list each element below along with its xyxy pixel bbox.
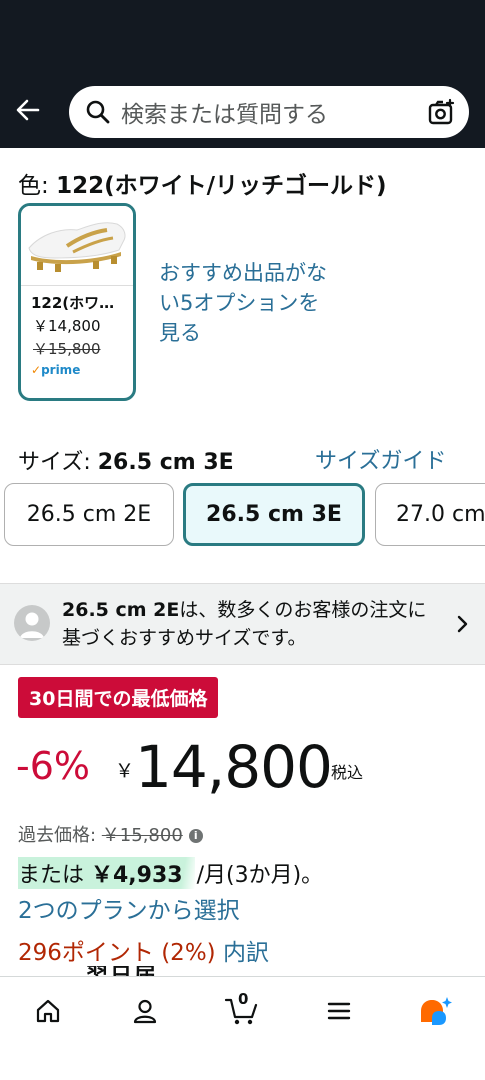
points-line: 296ポイント (2%) 内訳 bbox=[18, 933, 269, 967]
home-icon bbox=[36, 999, 60, 1023]
price-amount: 14,800 bbox=[135, 733, 333, 801]
nav-menu[interactable] bbox=[319, 991, 359, 1031]
list-price: 過去価格: ￥15,800 i bbox=[18, 821, 203, 847]
size-guide-link[interactable]: サイズガイド bbox=[315, 443, 446, 475]
color-swatch-selected[interactable]: 122(ホワ… ￥14,800 ￥15,800 ✓prime bbox=[18, 203, 136, 401]
see-more-options-link[interactable]: おすすめ出品がない5オプションを見る bbox=[159, 258, 339, 348]
info-icon[interactable]: i bbox=[188, 829, 203, 843]
camera-search-icon[interactable] bbox=[427, 97, 457, 127]
prime-badge: ✓prime bbox=[21, 359, 133, 377]
swatch-label: 122(ホワ… bbox=[31, 294, 115, 312]
size-recommendation-bar[interactable]: 26.5 cm 2Eは、数多くのお客様の注文に基づくおすすめサイズです。 bbox=[0, 583, 485, 665]
search-icon bbox=[86, 100, 110, 124]
prime-check-icon: ✓ bbox=[31, 363, 42, 377]
ai-assistant-icon bbox=[421, 997, 452, 1025]
points-value: 296ポイント (2%) bbox=[18, 940, 216, 966]
nav-cart[interactable]: 0 bbox=[222, 990, 262, 1031]
swatch-old-price: ￥15,800 bbox=[33, 340, 101, 358]
size-option-26-5-2e[interactable]: 26.5 cm 2E bbox=[4, 483, 174, 546]
discount-percent: -6% bbox=[16, 744, 90, 788]
size-prefix: サイズ: bbox=[18, 450, 98, 475]
chevron-right-icon bbox=[457, 615, 468, 633]
points-breakdown-link[interactable]: 内訳 bbox=[223, 940, 269, 966]
installment-prefix: または bbox=[18, 863, 91, 888]
user-avatar-icon bbox=[14, 605, 50, 641]
size-option-27-0[interactable]: 27.0 cm bbox=[375, 483, 485, 546]
swatch-price: ￥14,800 bbox=[33, 317, 101, 335]
back-button[interactable] bbox=[10, 92, 46, 128]
account-icon bbox=[133, 999, 157, 1024]
color-prefix: 色: bbox=[18, 173, 57, 199]
nav-home[interactable] bbox=[28, 991, 68, 1031]
installment-highlight: または ￥4,933 bbox=[18, 857, 195, 889]
size-value: 26.5 cm 3E bbox=[97, 450, 234, 475]
shoe-image bbox=[28, 222, 126, 272]
back-arrow-icon bbox=[16, 99, 40, 121]
size-recommendation-text: 26.5 cm 2Eは、数多くのお客様の注文に基づくおすすめサイズです。 bbox=[62, 596, 442, 652]
currency-symbol: ￥ bbox=[115, 760, 135, 782]
prime-text: prime bbox=[41, 363, 81, 377]
color-value: 122(ホワイト/リッチゴールド) bbox=[56, 173, 387, 199]
list-price-label: 過去価格: bbox=[18, 825, 102, 846]
bottom-navigation: 0 bbox=[0, 976, 485, 1080]
search-input[interactable]: 検索または質問する bbox=[121, 95, 427, 129]
cart-count-badge: 0 bbox=[238, 990, 249, 1008]
top-header: 検索または質問する bbox=[0, 0, 485, 148]
product-thumbnail bbox=[21, 206, 133, 286]
nav-account[interactable] bbox=[125, 991, 165, 1031]
menu-icon bbox=[327, 1002, 351, 1020]
installment-offer: または ￥4,933 /月(3か月)。 bbox=[18, 857, 323, 889]
search-bar[interactable]: 検索または質問する bbox=[69, 86, 469, 138]
nav-assistant[interactable] bbox=[416, 991, 456, 1031]
lowest-price-badge: 30日間での最低価格 bbox=[18, 677, 219, 718]
tax-included-label: 税込 bbox=[331, 763, 364, 782]
list-price-value: ￥15,800 bbox=[101, 825, 183, 846]
choose-plan-link[interactable]: 2つのプランから選択 bbox=[18, 891, 240, 925]
installment-amount: ￥4,933 bbox=[91, 863, 183, 888]
installment-term: /月(3か月)。 bbox=[196, 863, 324, 888]
size-selection-label: サイズ: 26.5 cm 3E bbox=[18, 444, 234, 476]
recommended-size: 26.5 cm 2E bbox=[62, 599, 180, 621]
color-selection-label: 色: 122(ホワイト/リッチゴールド) bbox=[18, 166, 387, 200]
size-option-26-5-3e[interactable]: 26.5 cm 3E bbox=[183, 483, 365, 546]
